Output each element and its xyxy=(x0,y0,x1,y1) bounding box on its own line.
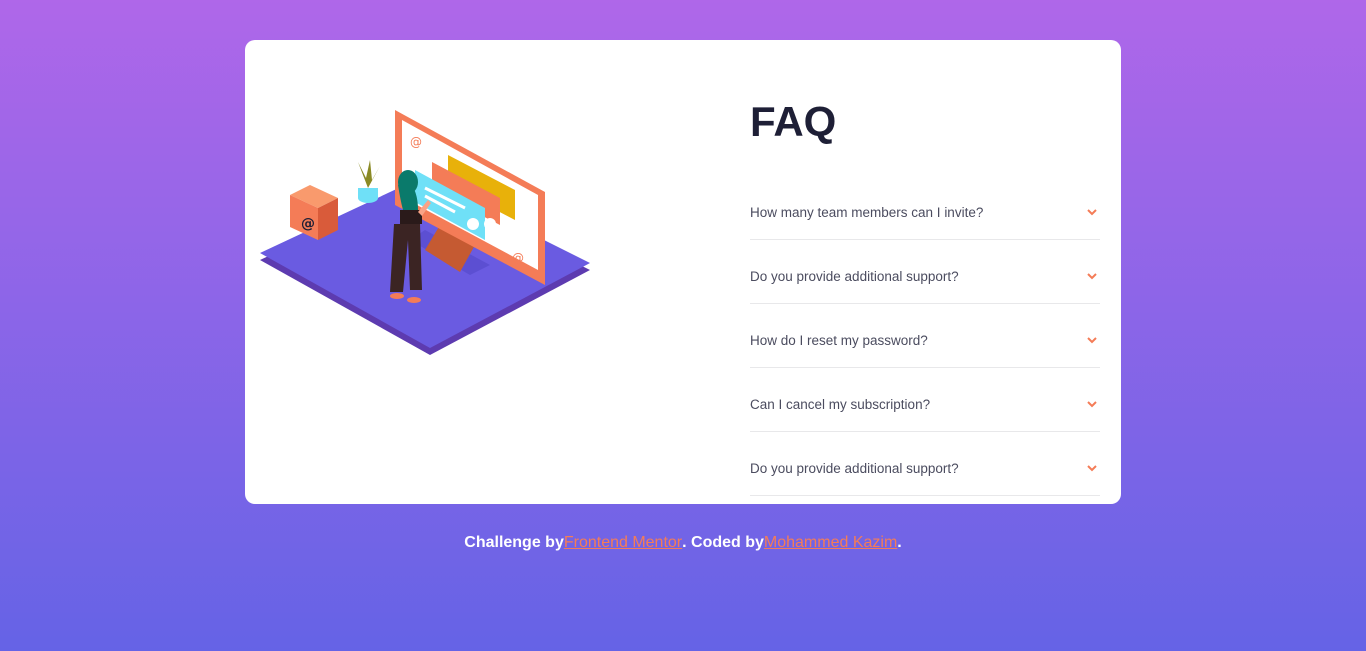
chevron-down-icon[interactable] xyxy=(1086,271,1098,283)
faq-item[interactable]: Can I cancel my subscription? xyxy=(750,368,1100,432)
faq-card: @ @ @ FAQ How many team members can I in… xyxy=(245,40,1121,504)
frontend-mentor-link[interactable]: Frontend Mentor xyxy=(564,534,682,551)
svg-text:@: @ xyxy=(512,251,524,265)
attribution-footer: Challenge byFrontend Mentor. Coded byMoh… xyxy=(0,534,1366,552)
faq-question: Can I cancel my subscription? xyxy=(750,397,931,412)
faq-list: How many team members can I invite? Do y… xyxy=(750,176,1100,496)
attribution-middle: . Coded by xyxy=(682,534,764,551)
chevron-down-icon[interactable] xyxy=(1086,463,1098,475)
author-link[interactable]: Mohammed Kazim xyxy=(764,534,897,551)
faq-question: Do you provide additional support? xyxy=(750,269,959,284)
attribution-suffix: . xyxy=(897,534,902,551)
attribution-prefix: Challenge by xyxy=(464,534,564,551)
page-title: FAQ xyxy=(750,98,837,145)
faq-question: How do I reset my password? xyxy=(750,333,928,348)
chevron-down-icon[interactable] xyxy=(1086,207,1098,219)
faq-question: How many team members can I invite? xyxy=(750,205,984,220)
faq-item[interactable]: Do you provide additional support? xyxy=(750,432,1100,496)
chevron-down-icon[interactable] xyxy=(1086,335,1098,347)
chevron-down-icon[interactable] xyxy=(1086,399,1098,411)
faq-question: Do you provide additional support? xyxy=(750,461,959,476)
svg-text:@: @ xyxy=(301,216,315,232)
svg-text:@: @ xyxy=(410,135,422,149)
faq-item[interactable]: How do I reset my password? xyxy=(750,304,1100,368)
woman-online-desktop-illustration: @ @ @ xyxy=(260,110,590,355)
faq-item[interactable]: How many team members can I invite? xyxy=(750,176,1100,240)
faq-item[interactable]: Do you provide additional support? xyxy=(750,240,1100,304)
